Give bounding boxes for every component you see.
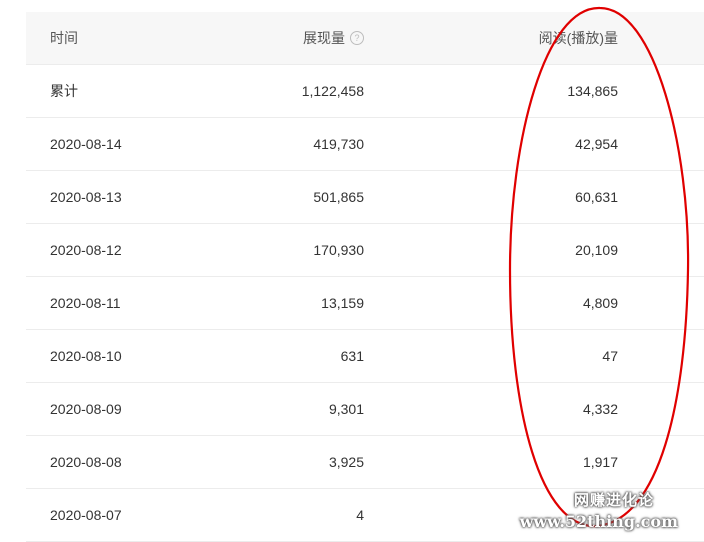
row-reads: 134,865: [567, 83, 618, 99]
row-reads: 47: [602, 348, 618, 364]
row-date: 2020-08-12: [50, 242, 122, 258]
row-date: 2020-08-09: [50, 401, 122, 417]
row-reads: 4,809: [582, 295, 618, 311]
row-date: 2020-08-13: [50, 189, 122, 205]
row-views: 9,301: [328, 401, 364, 417]
row-views: 3,925: [328, 454, 364, 470]
row-date: 2020-08-10: [50, 348, 122, 364]
row-reads: 42,954: [575, 136, 618, 152]
table-row: 2020-08-08 3,925 1,917: [26, 436, 704, 489]
header-views: 展现量 ?: [303, 12, 364, 64]
row-reads: 1,917: [582, 454, 618, 470]
row-views: 419,730: [313, 136, 364, 152]
row-reads: 20,109: [575, 242, 618, 258]
table-row: 2020-08-11 13,159 4,809: [26, 277, 704, 330]
table-row: 2020-08-09 9,301 4,332: [26, 383, 704, 436]
table-row: 2020-08-07 4: [26, 489, 704, 542]
header-date: 时间: [50, 30, 78, 46]
help-icon[interactable]: ?: [350, 31, 364, 45]
table-row: 2020-08-13 501,865 60,631: [26, 171, 704, 224]
table-row: 2020-08-14 419,730 42,954: [26, 118, 704, 171]
row-date: 累计: [50, 83, 78, 99]
row-views: 4: [356, 507, 364, 523]
row-reads: 60,631: [575, 189, 618, 205]
row-views: 170,930: [313, 242, 364, 258]
table-row: 累计 1,122,458 134,865: [26, 65, 704, 118]
row-views: 13,159: [321, 295, 364, 311]
row-views: 631: [340, 348, 364, 364]
table-row: 2020-08-12 170,930 20,109: [26, 224, 704, 277]
row-date: 2020-08-08: [50, 454, 122, 470]
table-header: 时间 展现量 ? 阅读(播放)量: [26, 12, 704, 65]
table-row: 2020-08-10 631 47: [26, 330, 704, 383]
row-date: 2020-08-11: [50, 295, 121, 311]
header-views-label: 展现量: [303, 30, 345, 46]
stats-table: 时间 展现量 ? 阅读(播放)量 累计 1,122,458 134,865 20…: [26, 12, 704, 542]
row-views: 501,865: [313, 189, 364, 205]
row-views: 1,122,458: [301, 83, 364, 99]
row-date: 2020-08-14: [50, 136, 122, 152]
row-reads: 4,332: [582, 401, 618, 417]
row-date: 2020-08-07: [50, 507, 122, 523]
header-reads: 阅读(播放)量: [538, 30, 618, 46]
